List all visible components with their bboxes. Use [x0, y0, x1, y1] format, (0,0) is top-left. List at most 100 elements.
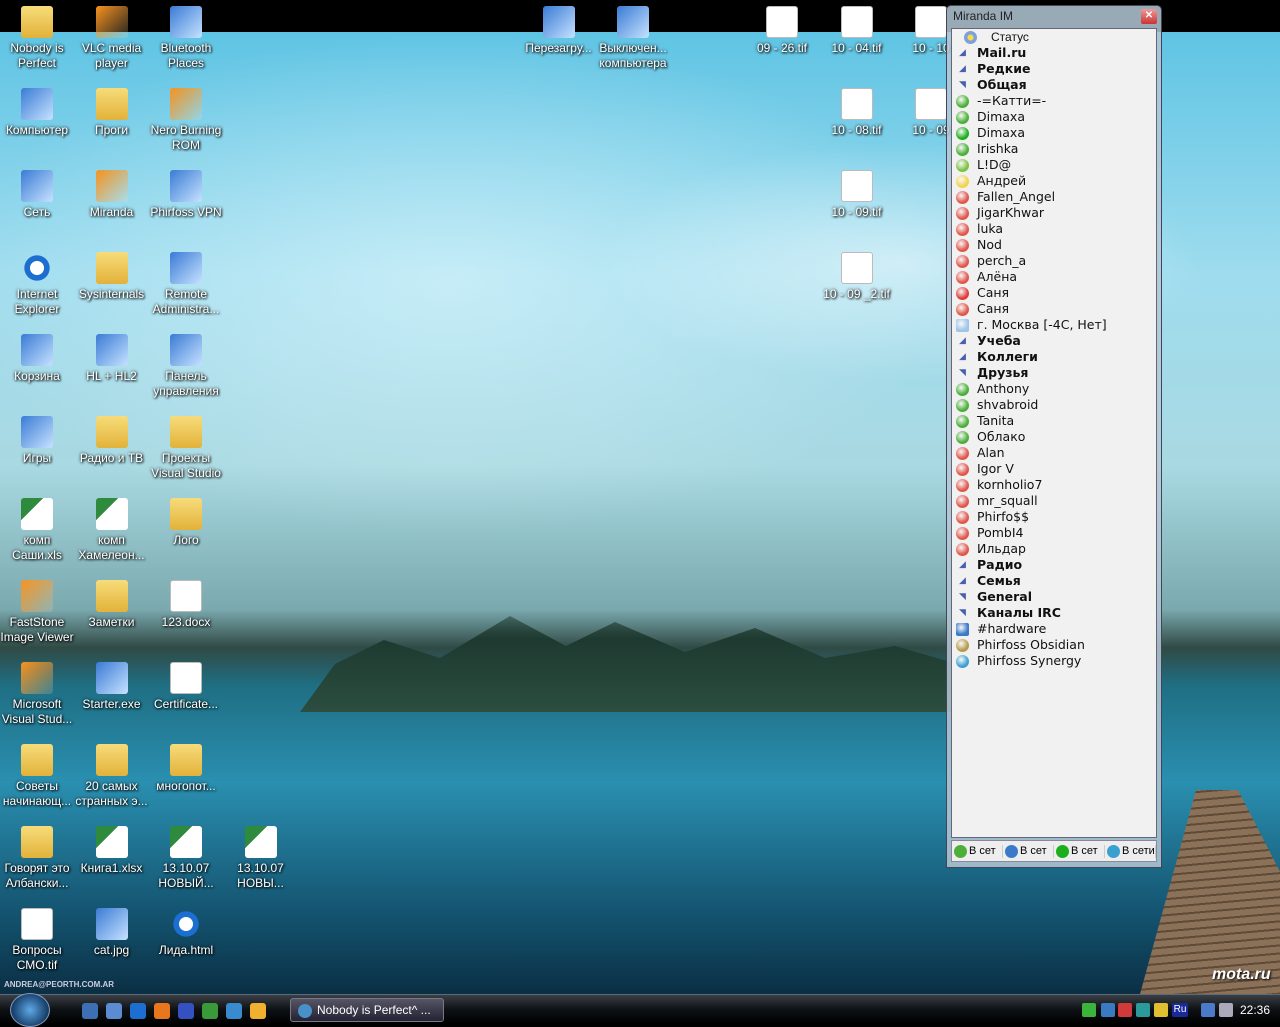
- protocol-status[interactable]: В сет: [1003, 844, 1054, 858]
- contact-group[interactable]: ◢ Семья: [952, 573, 1156, 589]
- desktop-icon[interactable]: 123.docx: [148, 576, 224, 630]
- desktop-icon[interactable]: Miranda: [74, 166, 150, 220]
- desktop-icon[interactable]: Sysinternals: [74, 248, 150, 302]
- desktop-icon[interactable]: 20 самых странных э...: [74, 740, 150, 809]
- contact-item[interactable]: Irishka: [952, 141, 1156, 157]
- desktop-icon[interactable]: 13.10.07 НОВЫ...: [223, 822, 299, 891]
- contact-item[interactable]: Андрей: [952, 173, 1156, 189]
- contact-item[interactable]: г. Москва [-4C, Нет]: [952, 317, 1156, 333]
- contact-group[interactable]: ◥ Друзья: [952, 365, 1156, 381]
- desktop-icon[interactable]: Internet Explorer: [0, 248, 75, 317]
- protocol-status[interactable]: В сет: [952, 844, 1003, 858]
- thunder-icon[interactable]: [250, 1003, 266, 1019]
- contact-item[interactable]: L!D@: [952, 157, 1156, 173]
- desktop-icon[interactable]: 09 - 26.tif: [744, 2, 820, 56]
- winamp-icon[interactable]: [202, 1003, 218, 1019]
- miranda-status-icon[interactable]: [1082, 1003, 1096, 1017]
- desktop-icon[interactable]: 13.10.07 НОВЫЙ...: [148, 822, 224, 891]
- contact-item[interactable]: Alan: [952, 445, 1156, 461]
- contact-item[interactable]: luka: [952, 221, 1156, 237]
- language-ru-icon[interactable]: Ru: [1172, 1003, 1188, 1017]
- desktop-icon[interactable]: Советы начинающ...: [0, 740, 75, 809]
- desktop-icon[interactable]: многопот...: [148, 740, 224, 794]
- contact-item[interactable]: Anthony: [952, 381, 1156, 397]
- contact-item[interactable]: Phirfoss Obsidian: [952, 637, 1156, 653]
- close-button[interactable]: ✕: [1141, 9, 1157, 24]
- contact-item[interactable]: Phirfo$$: [952, 509, 1156, 525]
- contact-item[interactable]: Ильдар: [952, 541, 1156, 557]
- contact-item[interactable]: Nod: [952, 237, 1156, 253]
- miranda-window[interactable]: Miranda IM ✕ Статус ◢ Mail.ru ◢ Редкие ◥ Обща…: [946, 5, 1162, 868]
- protocol-status[interactable]: В сет: [1054, 844, 1105, 858]
- internet-explorer-icon[interactable]: [130, 1003, 146, 1019]
- desktop-icon[interactable]: Nobody is Perfect: [0, 2, 75, 71]
- contact-item[interactable]: Igor V: [952, 461, 1156, 477]
- battery-icon[interactable]: [1154, 1003, 1168, 1017]
- desktop-icon[interactable]: Корзина: [0, 330, 75, 384]
- contact-item[interactable]: Алёна: [952, 269, 1156, 285]
- contact-item[interactable]: Dimaxa: [952, 125, 1156, 141]
- desktop-icon[interactable]: Панель управления: [148, 330, 224, 399]
- contact-group[interactable]: ◢ Радио: [952, 557, 1156, 573]
- contact-item[interactable]: Саня: [952, 301, 1156, 317]
- desktop-icon[interactable]: VLC media player: [74, 2, 150, 71]
- desktop-icon[interactable]: Перезагру...: [521, 2, 597, 56]
- desktop-icon[interactable]: Microsoft Visual Stud...: [0, 658, 75, 727]
- contact-group[interactable]: ◥ Каналы IRC: [952, 605, 1156, 621]
- contact-item[interactable]: PombI4: [952, 525, 1156, 541]
- network-app-icon[interactable]: [1101, 1003, 1115, 1017]
- contact-item[interactable]: kornholio7: [952, 477, 1156, 493]
- desktop-icon[interactable]: комп Саши.xls: [0, 494, 75, 563]
- contact-item[interactable]: -=Катти=-: [952, 93, 1156, 109]
- desktop-icon[interactable]: Сеть: [0, 166, 75, 220]
- desktop-icon[interactable]: Вопросы СМО.tif: [0, 904, 75, 973]
- desktop-icon[interactable]: HL + HL2: [74, 330, 150, 384]
- contact-item[interactable]: Облако: [952, 429, 1156, 445]
- desktop-icon[interactable]: Проекты Visual Studio: [148, 412, 224, 481]
- desktop-icon[interactable]: Bluetooth Places: [148, 2, 224, 71]
- desktop-icon[interactable]: Проги: [74, 84, 150, 138]
- contact-group[interactable]: ◢ Учеба: [952, 333, 1156, 349]
- contact-group[interactable]: ◢ Mail.ru: [952, 45, 1156, 61]
- contact-group[interactable]: ◢ Коллеги: [952, 349, 1156, 365]
- switch-windows-icon[interactable]: [106, 1003, 122, 1019]
- desktop-icon[interactable]: Выключен... компьютера: [595, 2, 671, 71]
- desktop-icon[interactable]: комп Хамелеон...: [74, 494, 150, 563]
- contact-item[interactable]: Fallen_Angel: [952, 189, 1156, 205]
- status-menu-header[interactable]: Статус: [952, 29, 1156, 45]
- firefox-icon[interactable]: [154, 1003, 170, 1019]
- show-desktop-icon[interactable]: [82, 1003, 98, 1019]
- start-button[interactable]: [10, 993, 50, 1027]
- contact-item[interactable]: #hardware: [952, 621, 1156, 637]
- taskbar-button-nobody-is-perfect[interactable]: Nobody is Perfect^ ...: [290, 998, 444, 1022]
- desktop-icon[interactable]: Книга1.xlsx: [74, 822, 150, 876]
- utorrent-icon[interactable]: [1136, 1003, 1150, 1017]
- desktop-icon[interactable]: Радио и ТВ: [74, 412, 150, 466]
- desktop-icon[interactable]: Лого: [148, 494, 224, 548]
- protocol-status[interactable]: В сети: [1105, 844, 1156, 858]
- desktop-icon[interactable]: FastStone Image Viewer: [0, 576, 75, 645]
- network-icon[interactable]: [1201, 1003, 1215, 1017]
- save-icon[interactable]: [178, 1003, 194, 1019]
- desktop-icon[interactable]: Phirfoss VPN: [148, 166, 224, 220]
- desktop-icon[interactable]: Компьютер: [0, 84, 75, 138]
- desktop-icon[interactable]: 10 - 09 _2.tif: [819, 248, 895, 302]
- contact-group[interactable]: ◥ General: [952, 589, 1156, 605]
- contact-item[interactable]: Саня: [952, 285, 1156, 301]
- desktop-icon[interactable]: Игры: [0, 412, 75, 466]
- miranda-icon[interactable]: [226, 1003, 242, 1019]
- status-bar[interactable]: В сет В сет В сет В сети: [951, 840, 1157, 862]
- contact-item[interactable]: JigarKhwar: [952, 205, 1156, 221]
- desktop-icon[interactable]: 10 - 09.tif: [819, 166, 895, 220]
- desktop-icon[interactable]: cat.jpg: [74, 904, 150, 958]
- antivirus-icon[interactable]: [1118, 1003, 1132, 1017]
- desktop-icon[interactable]: Заметки: [74, 576, 150, 630]
- contact-item[interactable]: mr_squall: [952, 493, 1156, 509]
- desktop-icon[interactable]: Starter.exe: [74, 658, 150, 712]
- desktop-icon[interactable]: Лида.html: [148, 904, 224, 958]
- contact-item[interactable]: perch_a: [952, 253, 1156, 269]
- desktop-icon[interactable]: Remote Administra...: [148, 248, 224, 317]
- contact-group[interactable]: ◢ Редкие: [952, 61, 1156, 77]
- contact-item[interactable]: Dimaxa: [952, 109, 1156, 125]
- contact-item[interactable]: shvabroid: [952, 397, 1156, 413]
